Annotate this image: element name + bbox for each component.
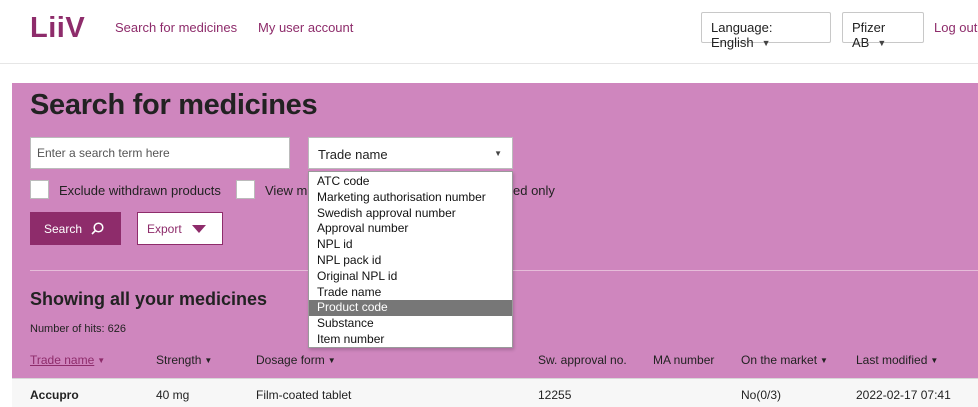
dropdown-option[interactable]: Approval number (309, 221, 512, 237)
cell-strength: 40 mg (156, 388, 190, 402)
sort-caret-icon: ▼ (930, 356, 939, 365)
column-header-label: Trade name (30, 353, 95, 367)
sort-caret-icon: ▼ (97, 356, 106, 365)
column-header-label: Last modified (856, 353, 928, 367)
dropdown-option[interactable]: Marketing authorisation number (309, 190, 512, 206)
cell-on-the-market: No(0/3) (741, 388, 782, 402)
sort-caret-icon: ▼ (820, 356, 828, 365)
company-select[interactable]: Pfizer AB ▼ (842, 12, 924, 50)
results-title: Showing all your medicines (30, 289, 268, 309)
search-field-dropdown: ATC code Marketing authorisation number … (308, 171, 513, 348)
column-header-ma-number: MA number (653, 353, 715, 367)
cell-last-modified: 2022-02-17 07:41 (856, 388, 951, 402)
cell-dosage-form: Film-coated tablet (256, 388, 352, 402)
column-header-label: Strength (156, 353, 202, 367)
search-button-label: Search (44, 221, 83, 236)
view-checkbox[interactable] (236, 180, 255, 199)
dropdown-option[interactable]: Swedish approval number (309, 206, 512, 222)
column-header-last-modified[interactable]: Last modified ▼ (856, 353, 938, 367)
column-header-label: On the market (741, 353, 818, 367)
language-select[interactable]: Language: English ▼ (701, 12, 831, 50)
nav-my-account[interactable]: My user account (258, 20, 353, 35)
dropdown-option[interactable]: ATC code (309, 174, 512, 190)
column-header-dosage-form[interactable]: Dosage form ▼ (256, 353, 336, 367)
search-field-select-value: Trade name (318, 147, 388, 162)
column-header-on-the-market[interactable]: On the market ▼ (741, 353, 828, 367)
cell-sw-approval: 12255 (538, 388, 572, 402)
column-header-strength[interactable]: Strength ▼ (156, 353, 212, 367)
column-header-trade-name[interactable]: Trade name ▼ (30, 353, 105, 367)
logout-link[interactable]: Log out (934, 20, 977, 35)
dropdown-option[interactable]: NPL id (309, 237, 512, 253)
column-header-label: Dosage form (256, 353, 325, 367)
chevron-down-icon: ▼ (761, 38, 771, 48)
column-header-sw-approval: Sw. approval no. (538, 353, 627, 367)
triangle-down-icon (192, 225, 206, 233)
dropdown-option[interactable]: Original NPL id (309, 269, 512, 285)
export-button[interactable]: Export (137, 212, 223, 245)
chevron-down-icon: ▼ (877, 38, 887, 48)
dropdown-option[interactable]: Trade name (309, 285, 512, 301)
sort-caret-icon: ▼ (327, 356, 336, 365)
dropdown-option[interactable]: Item number (309, 332, 512, 348)
third-option-label: ed only (513, 183, 555, 198)
sort-caret-icon: ▼ (204, 356, 213, 365)
chevron-down-icon: ▼ (494, 149, 502, 158)
top-header: LiiV Search for medicines My user accoun… (0, 0, 978, 64)
dropdown-option[interactable]: NPL pack id (309, 253, 512, 269)
dropdown-option[interactable]: Substance (309, 316, 512, 332)
cell-trade-name[interactable]: Accupro (30, 388, 79, 402)
hits-count: Number of hits: 626 (30, 323, 126, 335)
exclude-withdrawn-label: Exclude withdrawn products (59, 183, 221, 198)
search-icon (91, 222, 104, 235)
search-input[interactable] (30, 137, 290, 169)
export-button-label: Export (147, 221, 182, 236)
search-field-select[interactable]: Trade name ▼ (308, 137, 513, 169)
nav-search-medicines[interactable]: Search for medicines (115, 20, 237, 35)
search-button[interactable]: Search (30, 212, 121, 245)
dropdown-option[interactable]: Product code (309, 300, 512, 317)
table-row[interactable]: Accupro 40 mg Film-coated tablet 12255 N… (12, 378, 978, 407)
liiv-logo[interactable]: LiiV (30, 12, 85, 45)
page-title: Search for medicines (30, 89, 318, 121)
exclude-withdrawn-checkbox[interactable] (30, 180, 49, 199)
